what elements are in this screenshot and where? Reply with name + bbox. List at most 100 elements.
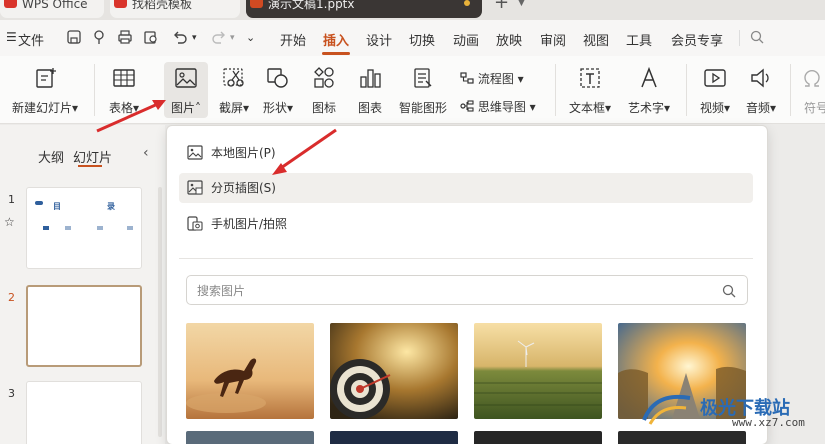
smart-art-icon	[414, 68, 432, 88]
phone-picture-item[interactable]: 手机图片/拍照	[179, 209, 753, 239]
textbox-button[interactable]: 文本框▾	[564, 62, 616, 118]
ppt-file-icon	[250, 0, 263, 8]
menu-review[interactable]: 审阅	[540, 30, 566, 49]
icons-library-icon	[314, 67, 334, 88]
textbox-icon	[580, 68, 600, 88]
flowchart-button[interactable]: 流程图 ▾	[460, 70, 524, 87]
slide-number: 3	[8, 387, 15, 400]
print-preview-icon[interactable]	[143, 29, 159, 45]
stock-image-dartboard[interactable]	[330, 323, 458, 419]
icon-label: 图标	[311, 101, 336, 115]
thumbnail-scrollbar[interactable]	[158, 187, 162, 437]
table-icon	[113, 69, 135, 87]
page-insert-picture-label: 分页插图(S)	[211, 181, 276, 195]
picture-label: 图片˄	[170, 101, 201, 115]
screenshot-button[interactable]: 截屏▾	[212, 62, 256, 118]
stock-image-wind-turbines[interactable]	[474, 323, 602, 419]
table-label: 表格▾	[108, 101, 140, 115]
tab-wps-office[interactable]: WPS Office	[0, 0, 104, 18]
collapse-panel-chevron-icon[interactable]: ‹	[143, 145, 149, 161]
menu-transition[interactable]: 切换	[409, 30, 435, 49]
tab-outline[interactable]: 大纲	[38, 147, 64, 166]
stock-image-7[interactable]	[474, 431, 602, 444]
slide-thumbnail-panel: 大纲 幻灯片 ‹ 1 ☆ 目 录 2 3	[0, 125, 165, 444]
thumb-mark	[97, 226, 103, 230]
page-insert-picture-item[interactable]: 分页插图(S)	[179, 173, 753, 203]
undo-icon[interactable]	[172, 29, 188, 45]
symbol-label: 符号	[804, 101, 825, 115]
page-insert-image-icon	[187, 180, 203, 195]
tab-slides[interactable]: 幻灯片	[73, 147, 112, 166]
export-icon[interactable]	[91, 29, 107, 45]
search-icon[interactable]	[721, 283, 737, 299]
stock-image-5[interactable]	[186, 431, 314, 444]
picture-button[interactable]: 图片˄	[164, 62, 208, 118]
new-tab-plus-icon[interactable]: +	[494, 0, 509, 13]
chart-button[interactable]: 图表	[350, 62, 390, 118]
shape-button[interactable]: 形状▾	[256, 62, 300, 118]
slide-thumbnail-2[interactable]	[26, 285, 142, 367]
redo-icon[interactable]	[211, 29, 227, 45]
redo-dropdown-icon[interactable]: ▾	[230, 33, 235, 43]
menu-design[interactable]: 设计	[366, 30, 392, 49]
new-slide-button[interactable]: 新建幻灯片▾	[6, 62, 84, 118]
symbol-button[interactable]: 符号	[798, 62, 825, 118]
menu-file[interactable]: 文件	[18, 30, 44, 49]
phone-photo-icon	[187, 216, 203, 231]
wordart-icon	[641, 66, 657, 88]
smart-shape-label: 智能图形	[398, 101, 447, 115]
local-picture-item[interactable]: 本地图片(P)	[179, 138, 753, 168]
mindmap-button[interactable]: 思维导图 ▾	[460, 98, 536, 115]
menu-slideshow[interactable]: 放映	[496, 30, 522, 49]
menu-member[interactable]: 会员专享	[671, 30, 723, 49]
menu-view[interactable]: 视图	[583, 30, 609, 49]
menu-insert[interactable]: 插入	[323, 30, 349, 49]
hamburger-icon[interactable]: ☰	[6, 30, 17, 44]
star-icon: ☆	[4, 215, 15, 229]
more-chevron-icon[interactable]: ⌄	[246, 31, 255, 44]
insert-ribbon: 新建幻灯片▾ 表格▾ 图片˄ 截屏▾ 形状▾ 图标 图表 智能图形 流程图 ▾ …	[0, 56, 825, 124]
document-tab-bar: WPS Office 找稻壳模板 演示文稿1.pptx + ▼	[0, 0, 825, 20]
speaker-icon	[751, 68, 769, 88]
print-icon[interactable]	[117, 29, 133, 45]
slide-thumbnail-1[interactable]: 目 录	[26, 187, 142, 269]
audio-button[interactable]: 音频▾	[740, 62, 782, 118]
horse-running-image	[186, 323, 314, 419]
save-icon[interactable]	[66, 29, 82, 45]
tab-presentation-file[interactable]: 演示文稿1.pptx	[246, 0, 482, 18]
tab-daoke-templates[interactable]: 找稻壳模板	[110, 0, 240, 18]
undo-dropdown-icon[interactable]: ▾	[192, 33, 197, 43]
wind-turbine-field-image	[474, 323, 602, 419]
tab-label: 演示文稿1.pptx	[268, 0, 355, 11]
picture-search-box[interactable]	[186, 275, 748, 305]
ribbon-divider	[686, 64, 687, 116]
shapes-icon	[267, 68, 288, 88]
bar-chart-icon	[360, 69, 381, 88]
dropdown-divider	[179, 258, 753, 259]
title-bullet-icon	[35, 201, 43, 205]
wordart-button[interactable]: 艺术字▾	[622, 62, 676, 118]
wps-logo-icon	[4, 0, 17, 8]
audio-label: 音频▾	[745, 101, 777, 115]
video-button[interactable]: 视频▾	[694, 62, 736, 118]
table-button[interactable]: 表格▾	[103, 62, 145, 118]
ribbon-divider	[94, 64, 95, 116]
smart-shape-button[interactable]: 智能图形	[396, 62, 450, 118]
chevron-down-icon[interactable]: ▼	[518, 0, 525, 8]
search-icon[interactable]	[749, 29, 765, 45]
slide-thumbnail-3[interactable]	[26, 381, 142, 444]
menu-animation[interactable]: 动画	[453, 30, 479, 49]
ribbon-divider	[555, 64, 556, 116]
picture-search-input[interactable]	[197, 282, 697, 300]
stock-image-horse[interactable]	[186, 323, 314, 419]
tab-label: WPS Office	[22, 0, 88, 11]
omega-icon	[803, 69, 820, 87]
menu-home[interactable]: 开始	[280, 30, 306, 49]
menu-tools[interactable]: 工具	[626, 30, 652, 49]
stock-image-8[interactable]	[618, 431, 746, 444]
new-slide-label: 新建幻灯片▾	[11, 101, 79, 115]
stock-image-6[interactable]	[330, 431, 458, 444]
local-picture-label: 本地图片(P)	[211, 146, 276, 160]
icon-button[interactable]: 图标	[304, 62, 344, 118]
mindmap-label: 思维导图	[477, 100, 526, 114]
